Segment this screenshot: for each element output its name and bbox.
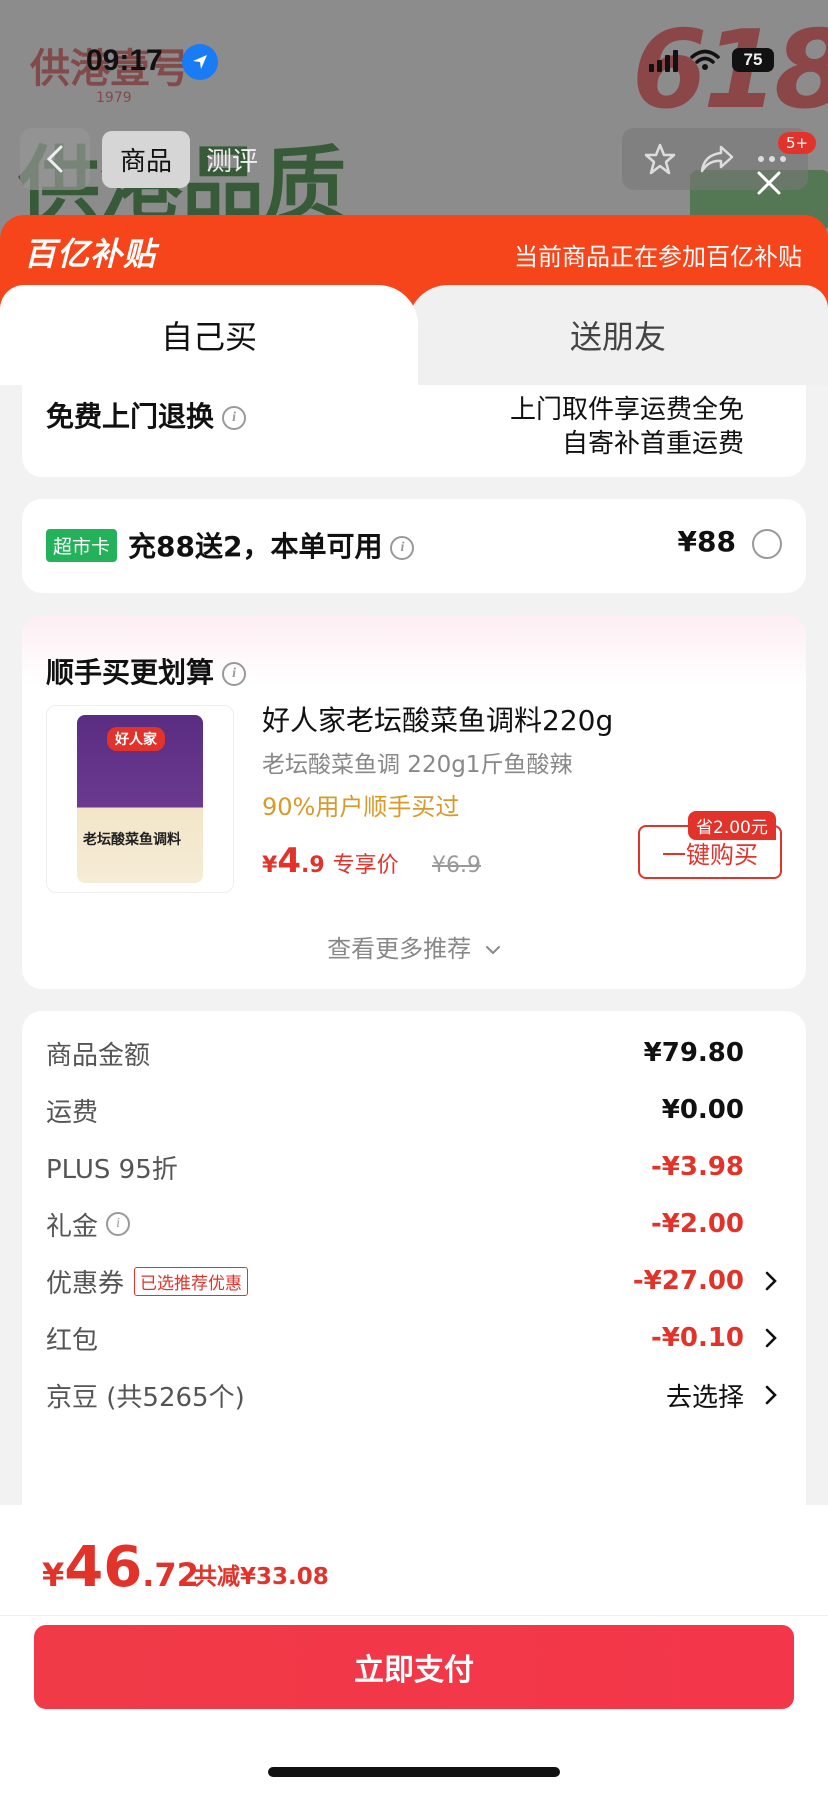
addon-product-spec: 老坛酸菜鱼调 220g1斤鱼酸辣 [262,752,573,778]
wifi-icon [690,49,720,70]
star-icon[interactable] [643,142,677,176]
location-arrow-icon [182,44,218,80]
addon-recommendation-card: 顺手买更划算 i 好人家 老坛酸菜鱼调料 好人家老坛酸菜鱼调料220g 老坛酸菜鱼… [22,615,806,989]
chevron-down-icon [485,946,500,955]
back-button[interactable] [20,128,90,190]
order-sheet: 免费上门退换 i 上门取件享运费全免 自寄补首重运费 超市卡 充88送2，本单可用… [0,385,828,1505]
total-savings: 共减¥33.08 [194,1564,329,1590]
subsidy-note: 当前商品正在参加百亿补贴 [514,243,802,271]
info-icon[interactable]: i [222,406,247,430]
summary-row-goods: 商品金额 ¥79.80 [46,1038,744,1071]
coupon-selected-tag: 已选推荐优惠 [134,1266,249,1296]
chevron-left-icon [46,145,63,173]
summary-row-coupon[interactable]: 优惠券 已选推荐优惠 -¥27.00 [46,1261,782,1301]
status-time: 09:17 [86,44,163,77]
close-button[interactable] [752,166,786,200]
supermarket-card-tag: 超市卡 [46,529,118,562]
summary-row-gift-money: 礼金 i -¥2.00 [46,1209,744,1242]
supermarket-card-price: ¥88 [677,525,736,558]
supermarket-card-row[interactable]: 超市卡 充88送2，本单可用 i ¥88 [22,499,806,593]
info-icon[interactable]: i [106,1212,131,1236]
page-tabs: 商品 测评 [102,128,266,190]
home-indicator [268,1767,560,1777]
buy-mode-tabs: 送朋友 自己买 [0,285,828,385]
save-amount-badge: 省2.00元 [688,811,776,840]
return-policy-title: 免费上门退换 i [46,395,247,435]
chevron-right-icon [760,1270,782,1292]
battery-icon: 75 [732,48,774,72]
brand-year: 1979 [96,90,132,106]
subsidy-logo: 百亿补贴 [24,235,157,273]
close-icon [757,171,781,195]
signal-icon [649,48,678,72]
message-count-badge: 5+ [778,132,817,154]
pay-now-button[interactable]: 立即支付 [34,1625,794,1709]
price-summary-card: 商品金额 ¥79.80 运费 ¥0.00 PLUS 95折 -¥3.98 礼金 i… [22,1011,806,1505]
supermarket-card-radio[interactable] [752,529,782,559]
status-icons: 75 [649,48,774,72]
more-icon[interactable] [757,154,787,164]
info-icon[interactable]: i [390,536,415,560]
chevron-right-icon [760,1327,782,1349]
summary-row-plus-discount: PLUS 95折 -¥3.98 [46,1152,744,1185]
info-icon[interactable]: i [222,662,247,686]
tab-review[interactable]: 测评 [198,131,266,188]
tab-buy-self[interactable]: 自己买 [0,285,418,385]
summary-row-shipping: 运费 ¥0.00 [46,1095,744,1128]
addon-users-note: 90%用户顺手买过 [262,793,460,821]
addon-title: 顺手买更划算 i [46,651,247,691]
divider [0,1615,828,1616]
addon-original-price: ¥6.9 [432,853,481,878]
supermarket-card-offer: 充88送2，本单可用 i [128,525,415,565]
summary-row-red-packet[interactable]: 红包 -¥0.10 [46,1318,782,1358]
summary-row-jd-beans[interactable]: 京豆 (共5265个) 去选择 [46,1375,782,1415]
package-brand-logo: 好人家 [107,727,165,751]
return-policy-card: 免费上门退换 i 上门取件享运费全免 自寄补首重运费 [22,385,806,477]
addon-price: ¥4.9 专享价 [262,841,399,881]
package-name: 老坛酸菜鱼调料 [83,832,181,848]
addon-product-image[interactable]: 好人家 老坛酸菜鱼调料 [46,705,234,893]
addon-product-name[interactable]: 好人家老坛酸菜鱼调料220g [262,699,613,739]
total-price: ¥46.72 [42,1535,199,1600]
share-icon[interactable] [699,143,735,175]
checkout-bar: ¥46.72 共减¥33.08 立即支付 [0,1505,828,1796]
more-recommendations-link[interactable]: 查看更多推荐 [22,929,806,964]
return-info-line1: 上门取件享运费全免 [509,395,744,425]
chevron-right-icon [760,1384,782,1406]
seasoning-package-image: 好人家 老坛酸菜鱼调料 [77,715,203,883]
return-info-line2: 自寄补首重运费 [561,429,744,459]
tab-send-friend[interactable]: 送朋友 [408,285,828,385]
tab-goods[interactable]: 商品 [102,130,191,188]
